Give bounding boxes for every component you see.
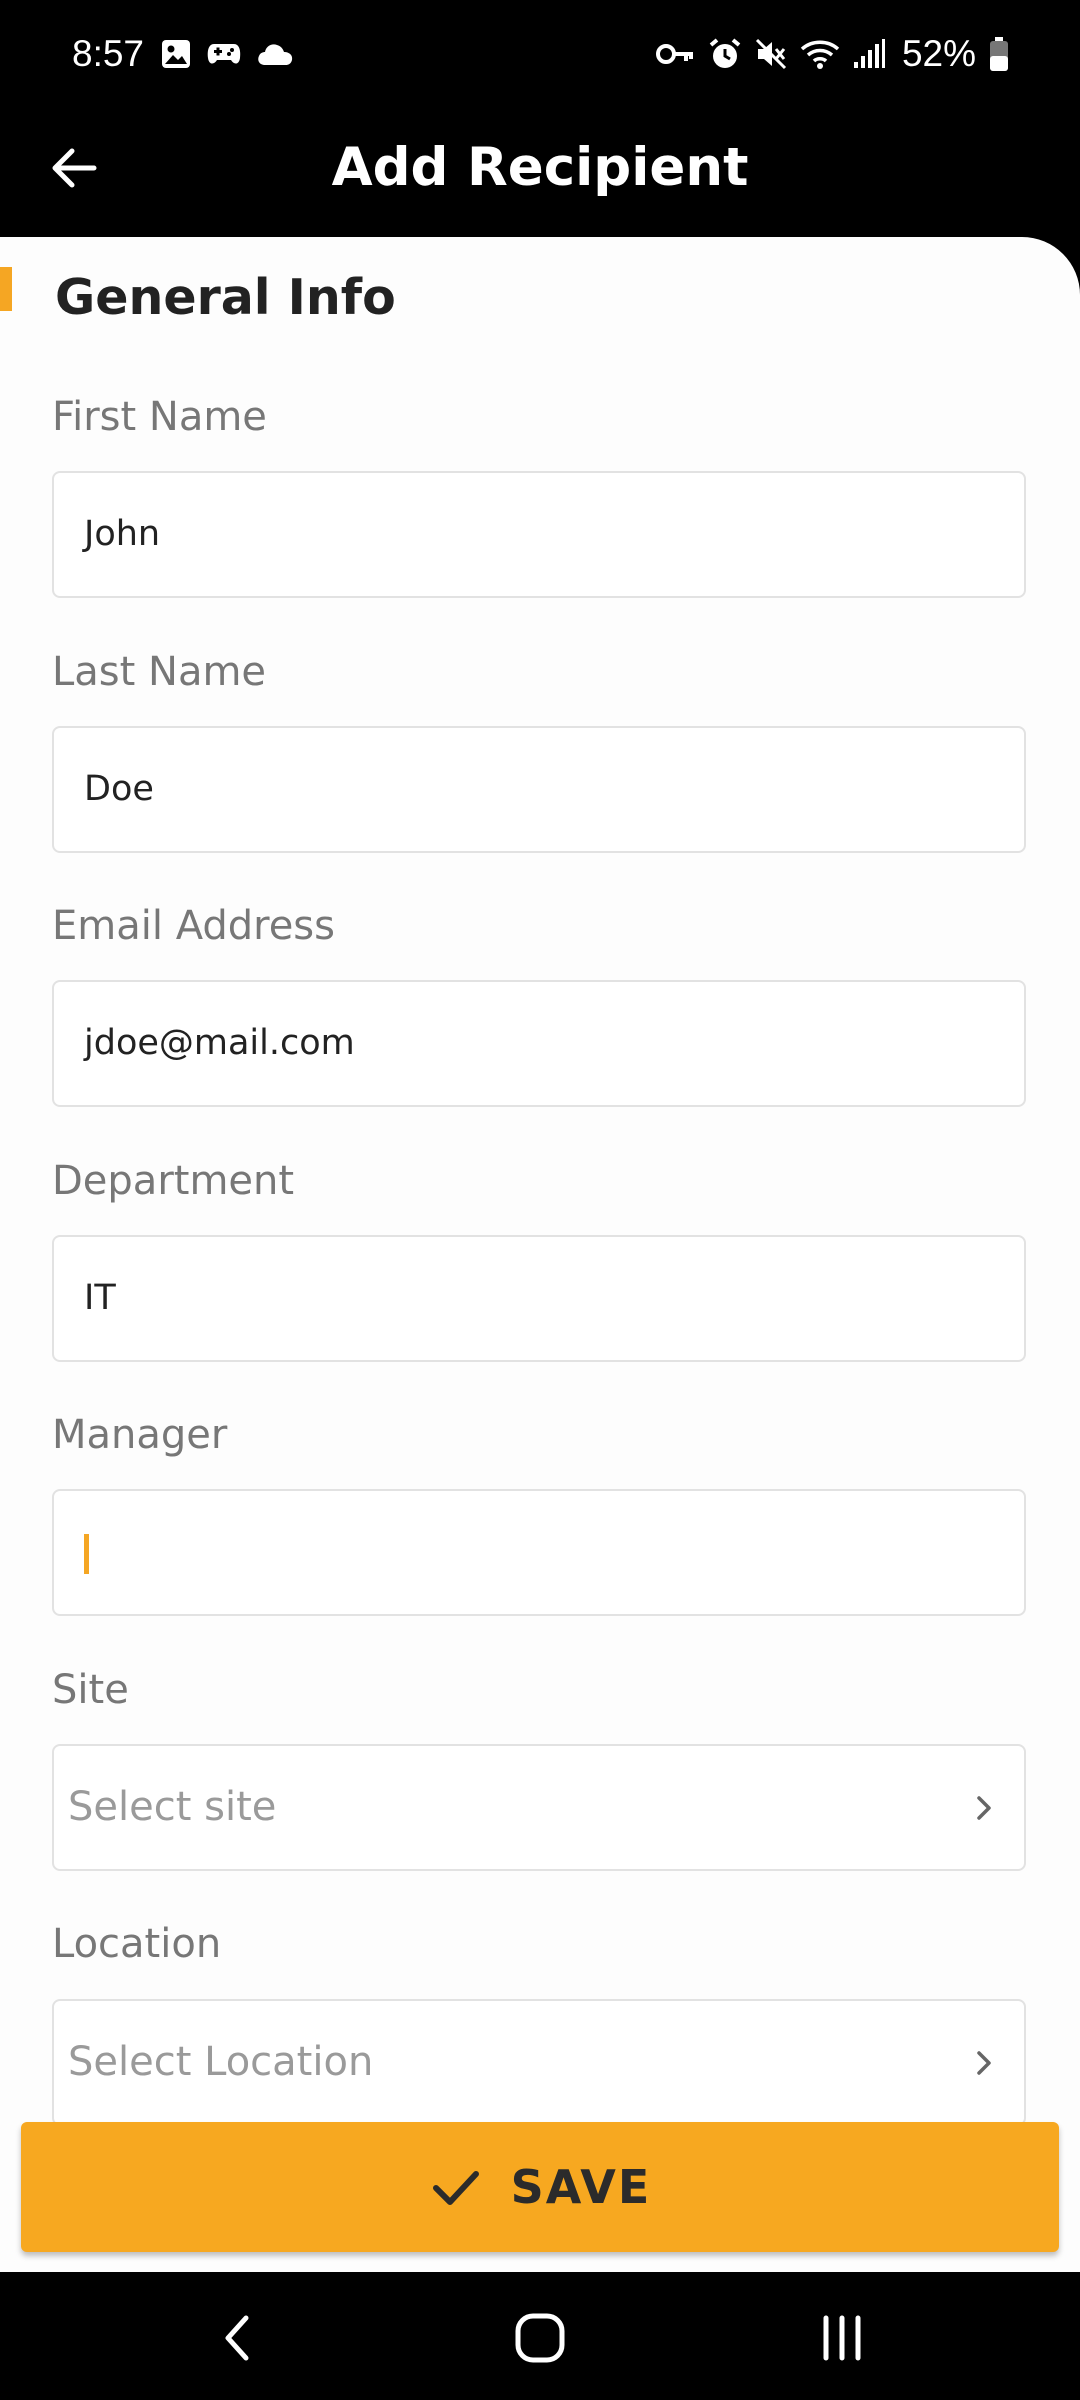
last-name-label: Last Name: [52, 649, 267, 695]
first-name-label: First Name: [52, 394, 267, 440]
nav-home-icon[interactable]: [508, 2306, 572, 2370]
status-right-icons: 52%: [655, 28, 1010, 80]
key-icon: [655, 44, 693, 64]
alarm-icon: [709, 38, 741, 68]
text-cursor: [84, 1534, 89, 1574]
department-value: IT: [84, 1278, 116, 1318]
first-name-value: John: [84, 514, 161, 554]
wifi-icon: [800, 40, 840, 69]
last-name-value: Doe: [84, 769, 154, 809]
site-select[interactable]: Select site: [52, 1744, 1026, 1871]
system-nav-bar: [0, 2272, 1080, 2400]
save-button[interactable]: SAVE: [21, 2122, 1059, 2252]
last-name-field[interactable]: Doe: [52, 726, 1026, 853]
site-placeholder: Select site: [68, 1784, 277, 1830]
status-left-icons: [160, 36, 294, 72]
email-field[interactable]: jdoe@mail.com: [52, 980, 1026, 1107]
image-icon: [162, 40, 190, 68]
site-label: Site: [52, 1667, 129, 1713]
nav-back-icon[interactable]: [206, 2306, 270, 2370]
status-bar: 8:57 52%: [0, 0, 1080, 108]
mute-icon: [755, 38, 786, 70]
signal-icon: [853, 39, 885, 68]
battery-percent: 52%: [901, 33, 976, 74]
email-value: jdoe@mail.com: [84, 1023, 355, 1063]
email-label: Email Address: [52, 903, 335, 949]
app-bar: Add Recipient: [0, 108, 1080, 238]
location-label: Location: [52, 1921, 222, 1967]
chevron-right-icon: [977, 2051, 991, 2075]
department-label: Department: [52, 1158, 295, 1204]
status-time: 8:57: [72, 33, 145, 74]
page-title: Add Recipient: [331, 137, 749, 198]
section-title: General Info: [55, 269, 396, 326]
manager-field[interactable]: [52, 1489, 1026, 1616]
location-placeholder: Select Location: [68, 2039, 374, 2085]
game-controller-icon: [207, 44, 241, 64]
chevron-right-icon: [977, 1796, 991, 1820]
location-select[interactable]: Select Location: [52, 1999, 1026, 2126]
first-name-field[interactable]: John: [52, 471, 1026, 598]
nav-recents-icon[interactable]: [810, 2306, 874, 2370]
check-icon: [432, 2171, 479, 2205]
section-accent-bar: [0, 267, 12, 311]
cloud-icon: [258, 44, 293, 65]
manager-label: Manager: [52, 1412, 228, 1458]
battery-icon: [990, 37, 1008, 71]
department-field[interactable]: IT: [52, 1235, 1026, 1362]
save-button-label: SAVE: [510, 2160, 652, 2214]
form-sheet: General Info First Name John Last Name D…: [0, 237, 1080, 2272]
